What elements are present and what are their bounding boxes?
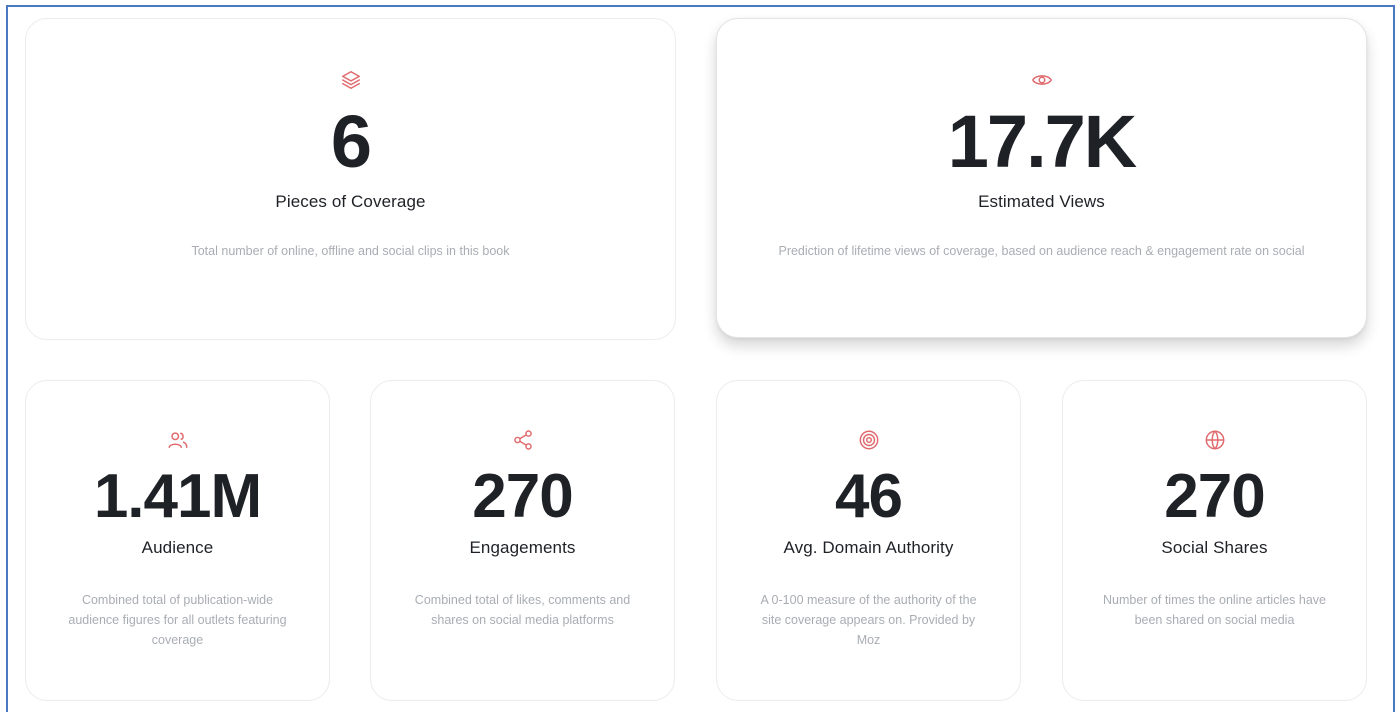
metric-label: Social Shares: [1161, 538, 1268, 557]
metric-label: Audience: [141, 538, 214, 557]
metric-card-social-shares[interactable]: 270 Social Shares Number of times the on…: [1062, 380, 1367, 701]
metric-description: Combined total of likes, comments and sh…: [414, 593, 631, 627]
metric-label: Engagements: [469, 538, 576, 557]
metric-description: Combined total of publication-wide audie…: [68, 593, 287, 647]
metric-card-coverage[interactable]: 6 Pieces of Coverage Total number of onl…: [25, 18, 676, 340]
metric-label: Pieces of Coverage: [275, 192, 426, 211]
metric-value: 1.41M: [93, 462, 262, 531]
metric-description: Number of times the online articles have…: [1102, 593, 1327, 627]
metric-label: Avg. Domain Authority: [783, 538, 954, 557]
metric-card-views[interactable]: 17.7K Estimated Views Prediction of life…: [716, 18, 1367, 338]
metric-value: 270: [472, 462, 573, 531]
share-icon: [512, 429, 534, 451]
metric-card-engagements[interactable]: 270 Engagements Combined total of likes,…: [370, 380, 675, 701]
metric-value: 46: [835, 462, 903, 531]
metric-label: Estimated Views: [978, 192, 1105, 211]
users-icon: [167, 429, 189, 451]
metric-value: 270: [1164, 462, 1265, 531]
eye-icon: [1031, 69, 1053, 91]
metric-description: A 0-100 measure of the authority of the …: [760, 593, 977, 647]
metric-value: 17.7K: [947, 100, 1137, 183]
layers-icon: [340, 69, 362, 91]
metric-description: Prediction of lifetime views of coverage…: [778, 244, 1305, 258]
metric-description: Total number of online, offline and soci…: [191, 244, 510, 258]
globe-icon: [1204, 429, 1226, 451]
metric-value: 6: [330, 100, 372, 183]
metric-card-audience[interactable]: 1.41M Audience Combined total of publica…: [25, 380, 330, 701]
target-icon: [858, 429, 880, 451]
metric-card-domain-authority[interactable]: 46 Avg. Domain Authority A 0-100 measure…: [716, 380, 1021, 701]
